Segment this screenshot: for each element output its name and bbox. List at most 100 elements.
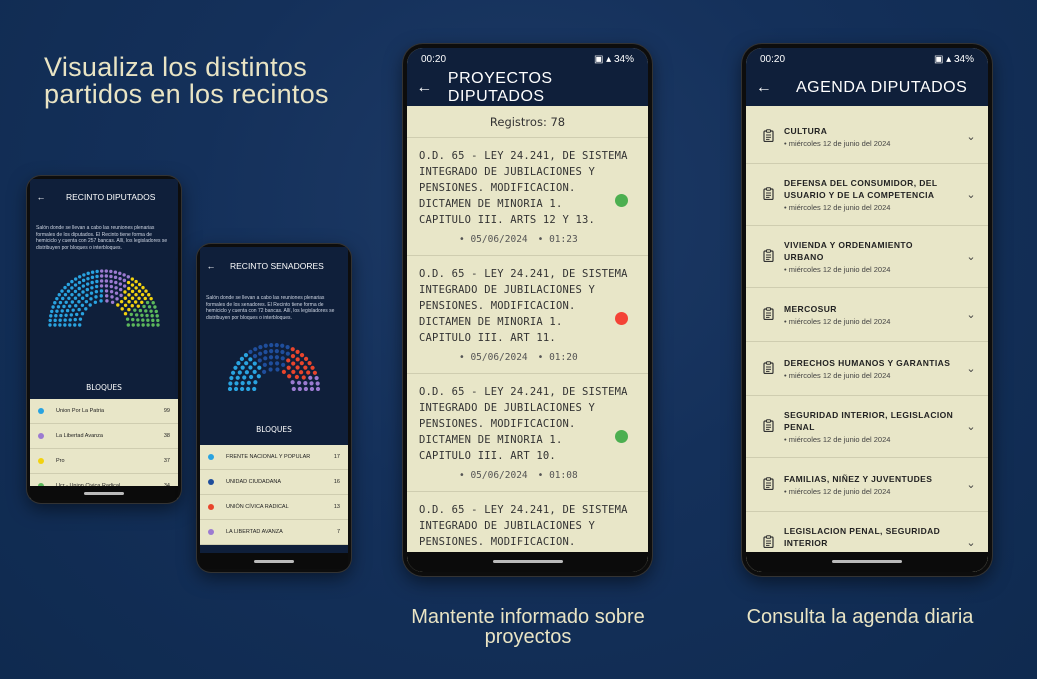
seat-dot [78,317,83,321]
seat-dot [281,369,286,374]
chevron-down-icon[interactable]: ⌄ [958,478,984,491]
agenda-item[interactable]: SEGURIDAD INTERIOR, LEGISLACION PENAL • mi… [746,396,988,458]
proyecto-title-line: INTEGRADO DE JUBILACIONES Y [419,284,596,296]
seat-dot [275,367,280,372]
chevron-down-icon[interactable]: ⌄ [958,188,984,201]
seat-dot [53,318,57,323]
seat-dot [140,292,145,297]
seat-dot [307,361,312,366]
agenda-item[interactable]: MERCOSUR • miércoles 12 de junio del 2024… [746,288,988,342]
agenda-date: • miércoles 12 de junio del 2024 [784,371,891,380]
seat-dot [310,365,315,370]
seat-dot [149,296,153,301]
seat-dot [129,312,133,317]
proyecto-time: • 01:23 [537,234,578,245]
seat-dot [66,282,71,287]
seat-dot [126,275,131,279]
agenda-item[interactable]: VIVIENDA Y ORDENAMIENTO URBANO • miércoles… [746,226,988,288]
seat-dot [303,386,308,391]
agenda-title-line: FAMILIAS, NIÑEZ Y JUVENTUDES [784,474,933,484]
chevron-down-icon[interactable]: ⌄ [958,420,984,433]
seat-dot [50,309,54,314]
seat-dot [145,300,150,305]
seat-dot [263,356,268,361]
agenda-item[interactable]: FAMILIAS, NIÑEZ Y JUVENTUDES • miércoles … [746,458,988,512]
chevron-down-icon[interactable]: ⌄ [958,362,984,375]
seat-dot [151,318,155,323]
back-arrow-icon[interactable]: ← [30,192,52,202]
proyecto-item[interactable]: O.D. 65 - LEY 24.241, DE SISTEMA INTEGRAD… [407,138,648,256]
page-title: RECINTO SENADORES [230,261,324,271]
seat-dot [126,323,130,327]
bloque-row[interactable]: Pro 37 [30,449,178,474]
chevron-down-icon[interactable]: ⌄ [958,130,984,143]
appbar: ← AGENDA DIPUTADOS [746,70,988,106]
bloque-row[interactable]: LA LIBERTAD AVANZA 7 [200,520,348,545]
seat-dot [95,274,99,279]
bloque-row[interactable]: UNIDAD CIUDADANA 16 [200,470,348,495]
chevron-down-icon[interactable]: ⌄ [958,536,984,549]
proyecto-date: • 05/06/2024 [459,352,528,363]
seat-dot [122,278,127,283]
seat-dot [58,300,63,305]
hemicycle-chart [227,342,321,391]
seat-dot [295,349,300,354]
bloque-row[interactable]: Union Por La Patria 99 [30,399,178,424]
agenda-item[interactable]: DERECHOS HUMANOS Y GARANTIAS • miércoles … [746,342,988,396]
seat-dot [150,314,154,318]
seat-dot [75,312,79,317]
proyecto-title-line: DICTAMEN DE MINORIA 1. [419,198,563,210]
seat-dot [138,308,143,313]
bloque-row[interactable]: UNIÓN CÍVICA RADICAL 13 [200,495,348,520]
bloque-color-dot [208,504,214,510]
seat-dot [269,349,274,354]
back-arrow-icon[interactable]: ← [407,79,442,97]
agenda-text: SEGURIDAD INTERIOR, LEGISLACION PENAL • mi… [784,409,958,444]
proyecto-item[interactable]: O.D. 65 - LEY 24.241, DE SISTEMA INTEGRAD… [407,256,648,374]
proyecto-time: • 01:08 [537,470,578,481]
chevron-down-icon[interactable]: ⌄ [958,250,984,263]
page-title: AGENDA DIPUTADOS [796,79,968,96]
seat-dot [63,285,67,290]
status-icons: ▣ ▴ 34% [593,53,634,65]
seat-dot [95,269,99,274]
seat-dot [56,305,61,309]
seat-dot [51,305,55,309]
seat-dot [295,365,300,370]
back-arrow-icon[interactable]: ← [200,261,222,271]
seat-dot [258,345,263,350]
seat-dot [119,293,123,298]
seat-dot [68,323,72,327]
seat-dot [118,271,122,276]
proyecto-title-line: INTEGRADO DE JUBILACIONES Y [419,520,596,532]
bloques-list: Union Por La Patria 99 La Libertad Avanza 3… [30,399,178,499]
seat-dot [143,296,147,301]
seat-dot [123,296,128,300]
seat-dot [64,300,68,304]
seat-dot [77,307,81,312]
seat-dot [142,304,146,309]
seat-dot [287,374,292,379]
android-nav-bar [746,552,988,572]
seat-dot [73,277,78,281]
bloque-row[interactable]: FRENTE NACIONAL Y POPULAR 17 [200,445,348,470]
chevron-down-icon[interactable]: ⌄ [958,308,984,321]
seat-dot [109,269,113,274]
agenda-item[interactable]: DEFENSA DEL CONSUMIDOR, DEL USUARIO Y DE … [746,164,988,226]
seat-dot [301,375,306,380]
seat-dot [89,297,93,301]
agenda-item[interactable]: CULTURA • miércoles 12 de junio del 2024 ⌄ [746,110,988,164]
proyecto-title-line: O.D. 65 - LEY 24.241, DE SISTEMA [419,268,628,280]
seat-dot [249,374,254,380]
vote-status-dot [615,312,628,325]
seat-dot [66,289,71,293]
bloque-row[interactable]: La Libertad Avanza 38 [30,424,178,449]
proyecto-item[interactable]: O.D. 65 - LEY 24.241, DE SISTEMA INTEGRAD… [407,374,648,492]
clipboard-icon [752,248,784,265]
back-arrow-icon[interactable]: ← [746,79,782,97]
agenda-text: DEFENSA DEL CONSUMIDOR, DEL USUARIO Y DE … [784,177,958,212]
seat-dot [291,361,296,366]
bloque-color-dot [208,479,214,485]
seat-dot [230,370,236,375]
clipboard-icon [752,534,784,551]
